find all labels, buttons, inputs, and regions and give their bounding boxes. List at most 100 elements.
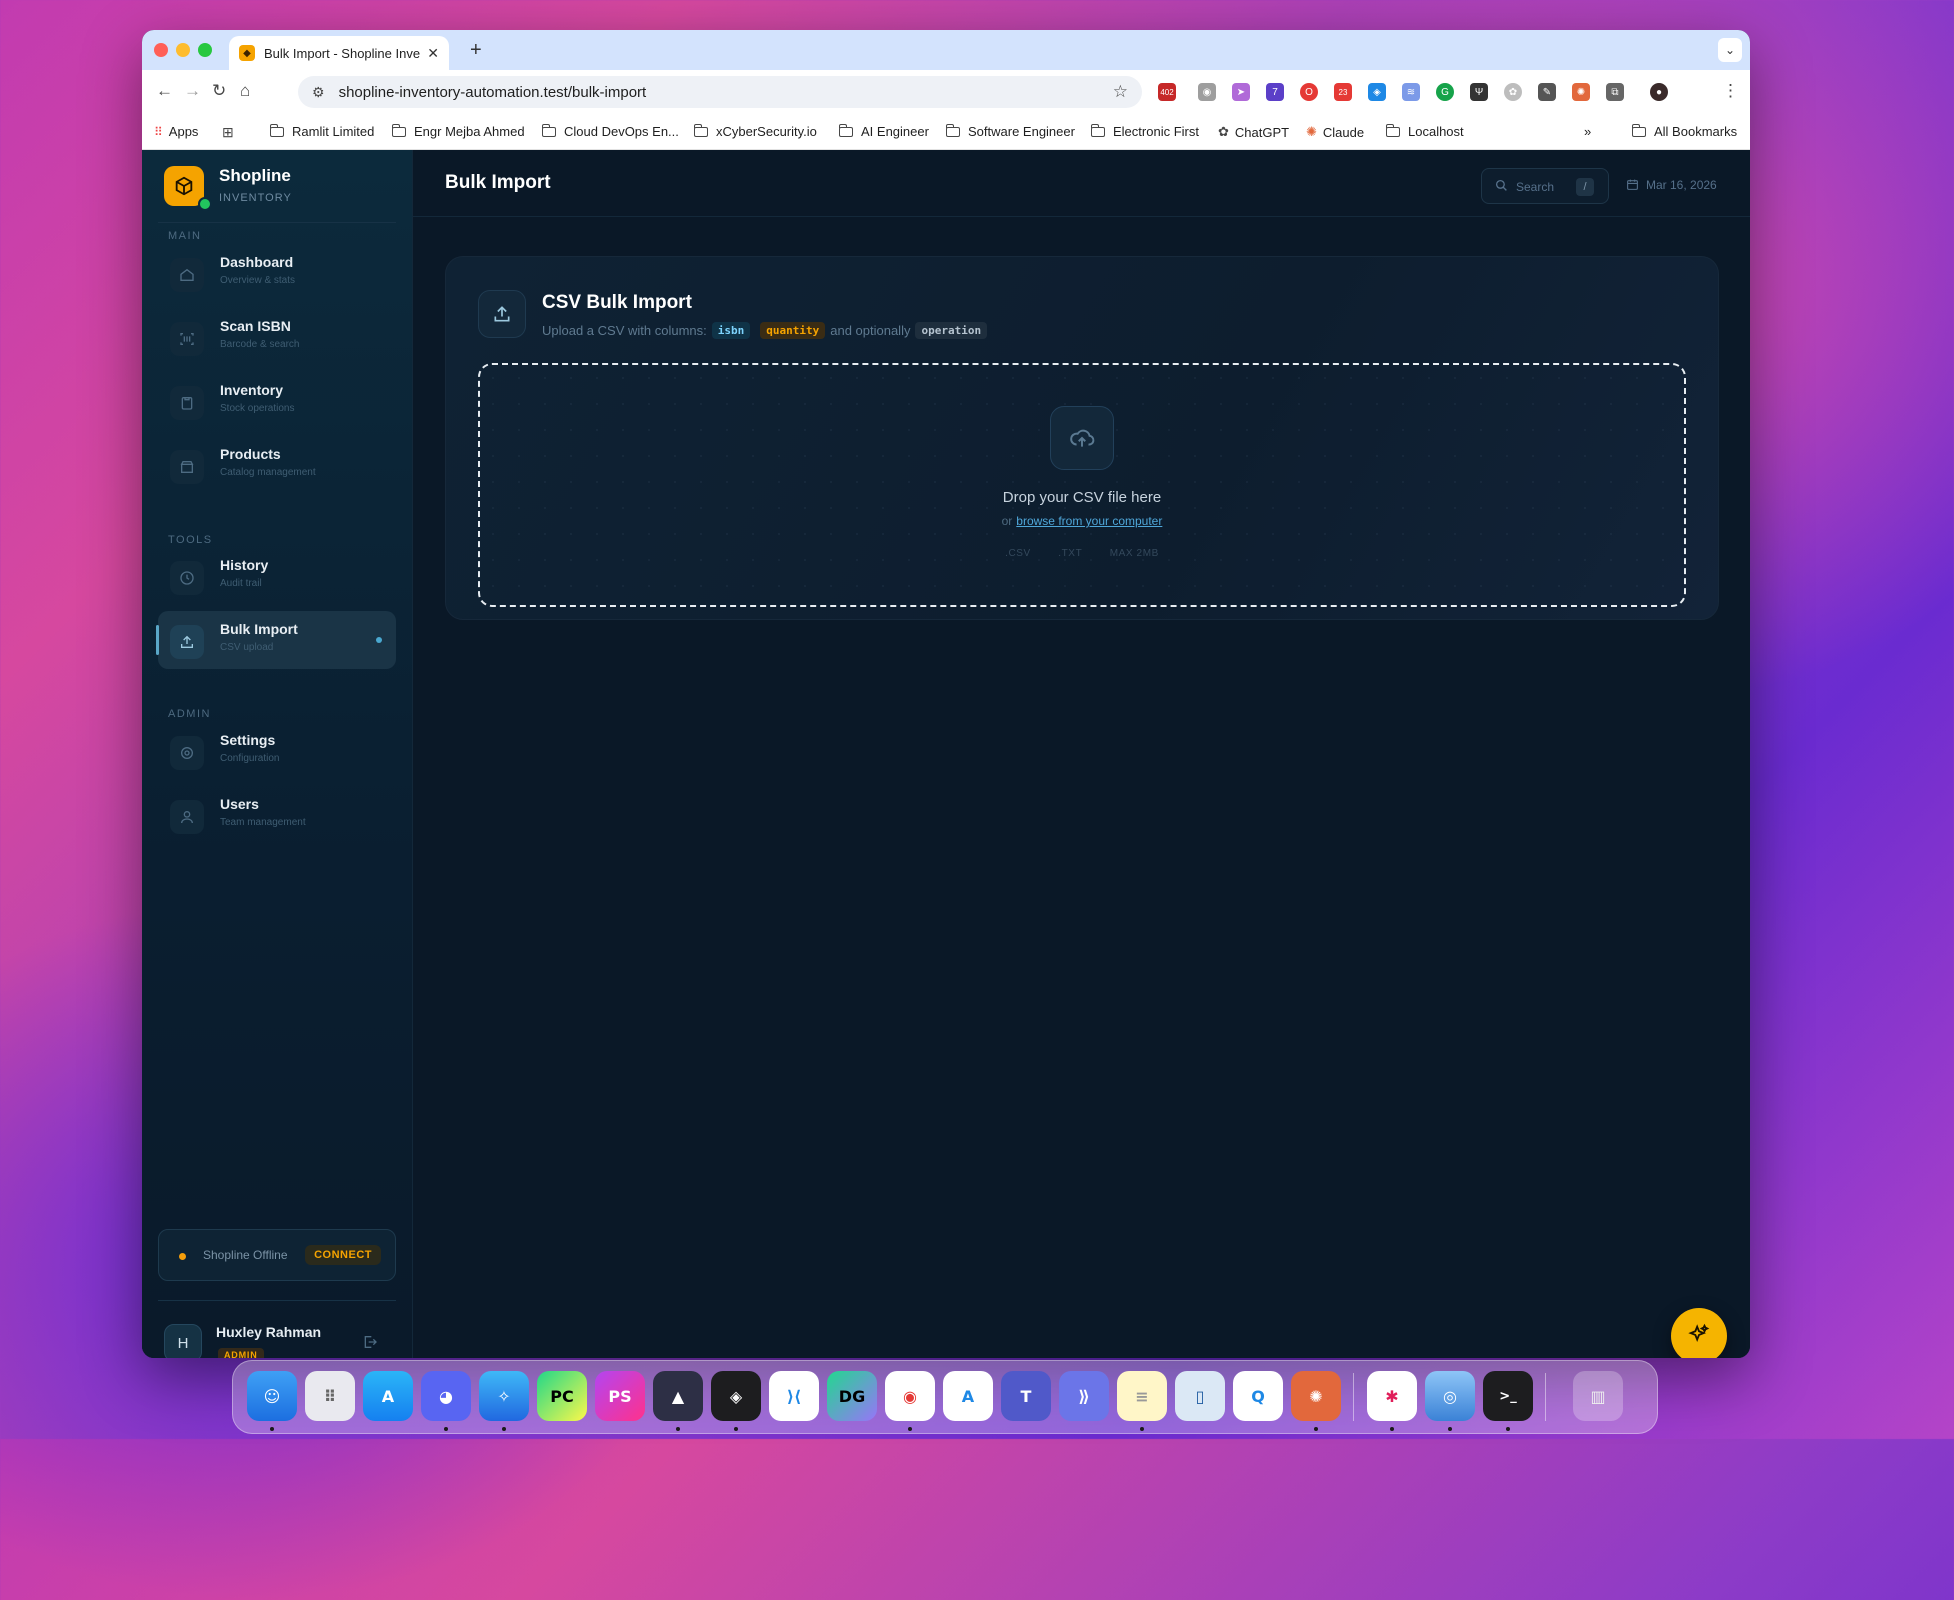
terminal-icon[interactable]: >_ [1483, 1371, 1533, 1421]
bookmark-link[interactable]: ✺ Claude [1306, 124, 1364, 140]
home-icon[interactable]: ⌂ [240, 81, 250, 101]
sparkles-icon [1688, 1323, 1710, 1350]
xcode-instruments-icon[interactable]: A [943, 1371, 993, 1421]
notes-icon[interactable]: ≡ [1117, 1371, 1167, 1421]
bookmarks-overflow-icon[interactable]: » [1584, 124, 1591, 139]
extensions-puzzle-icon[interactable]: ⧉ [1606, 83, 1624, 101]
extension-claude-icon[interactable]: ✺ [1572, 83, 1590, 101]
phpstorm-icon[interactable]: PS [595, 1371, 645, 1421]
bookmark-folder[interactable]: Software Engineer [945, 123, 1075, 139]
extension-opera-icon[interactable]: O [1300, 83, 1318, 101]
trash-icon[interactable]: ▥ [1573, 1371, 1623, 1421]
extension-calendar-icon[interactable]: 23 [1334, 83, 1352, 101]
close-window-button[interactable] [154, 43, 168, 57]
brand-name: Shopline [219, 166, 291, 185]
bookmark-apps[interactable]: ⠿ Apps [154, 124, 198, 139]
address-bar[interactable]: ⚙ shopline-inventory-automation.test/bul… [298, 76, 1142, 108]
extension-fork-icon[interactable]: Ψ [1470, 83, 1488, 101]
search-input[interactable]: Search / [1481, 168, 1609, 204]
browser-tab-active[interactable]: ◆ Bulk Import - Shopline Invent ✕ [229, 36, 449, 70]
users-icon [170, 800, 204, 834]
sidebar-item-history[interactable]: History Audit trail [158, 547, 396, 605]
forward-icon[interactable]: → [184, 81, 201, 101]
sidebar-item-subtitle: CSV upload [220, 642, 274, 653]
folder-icon [1631, 123, 1646, 137]
reload-icon[interactable]: ↻ [212, 81, 226, 101]
csv-dropzone[interactable]: Drop your CSV file here or browse from yo… [478, 363, 1686, 607]
logout-icon[interactable] [362, 1334, 378, 1355]
launchpad-icon[interactable]: ⠿ [305, 1371, 355, 1421]
site-info-icon[interactable]: ⚙ [312, 84, 325, 101]
datagrip-icon[interactable]: DG [827, 1371, 877, 1421]
finder-icon[interactable]: ☺ [247, 1371, 297, 1421]
claude-app-icon[interactable]: ✺ [1291, 1371, 1341, 1421]
bookmark-folder[interactable]: Localhost [1385, 123, 1464, 139]
zoom-window-button[interactable] [198, 43, 212, 57]
all-bookmarks[interactable]: All Bookmarks [1631, 123, 1737, 139]
sidebar-item-users[interactable]: Users Team management [158, 786, 396, 844]
extension-openai-icon[interactable]: ✿ [1504, 83, 1522, 101]
sidebar-item-title: Bulk Import [220, 621, 298, 637]
browse-files-link[interactable]: browse from your computer [1016, 514, 1162, 528]
bookmark-folder[interactable]: Ramlit Limited [269, 123, 374, 139]
quick-share-icon[interactable]: Q [1233, 1371, 1283, 1421]
bookmark-folder[interactable]: AI Engineer [838, 123, 929, 139]
disk-utility-icon[interactable]: ◎ [1425, 1371, 1475, 1421]
connection-status-text: Shopline Offline [203, 1248, 288, 1262]
safari-icon[interactable]: ✧ [479, 1371, 529, 1421]
sidebar-item-inventory[interactable]: Inventory Stock operations [158, 372, 396, 430]
folder-icon [541, 123, 556, 137]
sidebar-item-title: Settings [220, 732, 276, 748]
extension-grammar-icon[interactable]: G [1436, 83, 1454, 101]
bookmark-folder[interactable]: xCyberSecurity.io [693, 123, 817, 139]
discord-icon[interactable]: ◕ [421, 1371, 471, 1421]
bookmark-star-icon[interactable]: ☆ [1113, 82, 1128, 102]
bookmark-label: Software Engineer [968, 124, 1075, 139]
extension-mail-icon[interactable]: 402 [1158, 83, 1176, 101]
shopline-favicon-icon: ◆ [239, 45, 255, 61]
sidebar-item-products[interactable]: Products Catalog management [158, 436, 396, 494]
box-app-icon[interactable]: ◈ [711, 1371, 761, 1421]
app-store-icon[interactable]: A [363, 1371, 413, 1421]
extension-shield-icon[interactable]: 7 [1266, 83, 1284, 101]
bookmark-label: Localhost [1408, 124, 1464, 139]
extension-signal-icon[interactable]: ≋ [1402, 83, 1420, 101]
new-tab-button[interactable]: + [470, 39, 482, 62]
chrome-icon[interactable]: ◉ [885, 1371, 935, 1421]
avatar[interactable]: H [164, 1324, 202, 1358]
remote-desktop-icon[interactable]: ⟫ [1059, 1371, 1109, 1421]
connect-button[interactable]: CONNECT [305, 1245, 381, 1265]
pycharm-icon[interactable]: PC [537, 1371, 587, 1421]
search-shortcut-key: / [1576, 178, 1594, 196]
folder-icon [1090, 123, 1105, 137]
extension-camera-icon[interactable]: ◉ [1198, 83, 1216, 101]
sidebar-item-dashboard[interactable]: Dashboard Overview & stats [158, 244, 396, 302]
tab-search-button[interactable]: ⌄ [1718, 38, 1742, 62]
search-placeholder: Search [1516, 180, 1555, 194]
sidebar-item-bulk-import[interactable]: Bulk Import CSV upload [156, 611, 396, 669]
bookmark-folder[interactable]: Engr Mejba Ahmed [391, 123, 525, 139]
bookmarks-bar: ⠿ Apps ⊞ Ramlit Limited Engr Mejba Ahmed … [142, 114, 1750, 150]
teams-icon[interactable]: T [1001, 1371, 1051, 1421]
bookmark-label: Apps [168, 124, 199, 139]
sidebar-item-settings[interactable]: Settings Configuration [158, 722, 396, 780]
ai-assistant-button[interactable] [1671, 1308, 1727, 1358]
subtitle-mid: and optionally [830, 323, 911, 338]
bookmark-link[interactable]: ✿ ChatGPT [1218, 124, 1289, 140]
slack-icon[interactable]: ✱ [1367, 1371, 1417, 1421]
browser-menu-icon[interactable]: ⋮ [1722, 81, 1739, 101]
back-icon[interactable]: ← [156, 81, 173, 101]
profile-avatar-icon[interactable]: ● [1650, 83, 1668, 101]
tab-groups-icon[interactable]: ⊞ [222, 124, 234, 141]
minimize-window-button[interactable] [176, 43, 190, 57]
extension-pen-icon[interactable]: ✎ [1538, 83, 1556, 101]
close-tab-icon[interactable]: ✕ [427, 45, 439, 62]
extension-tag-icon[interactable]: ◈ [1368, 83, 1386, 101]
simulator-icon[interactable]: ▯ [1175, 1371, 1225, 1421]
sidebar-item-scan-isbn[interactable]: Scan ISBN Barcode & search [158, 308, 396, 366]
bookmark-folder[interactable]: Cloud DevOps En... [541, 123, 679, 139]
extension-arrow-icon[interactable]: ➤ [1232, 83, 1250, 101]
bookmark-folder[interactable]: Electronic First [1090, 123, 1199, 139]
vscode-icon[interactable]: ⟩⟨ [769, 1371, 819, 1421]
arc-icon[interactable]: ▲ [653, 1371, 703, 1421]
